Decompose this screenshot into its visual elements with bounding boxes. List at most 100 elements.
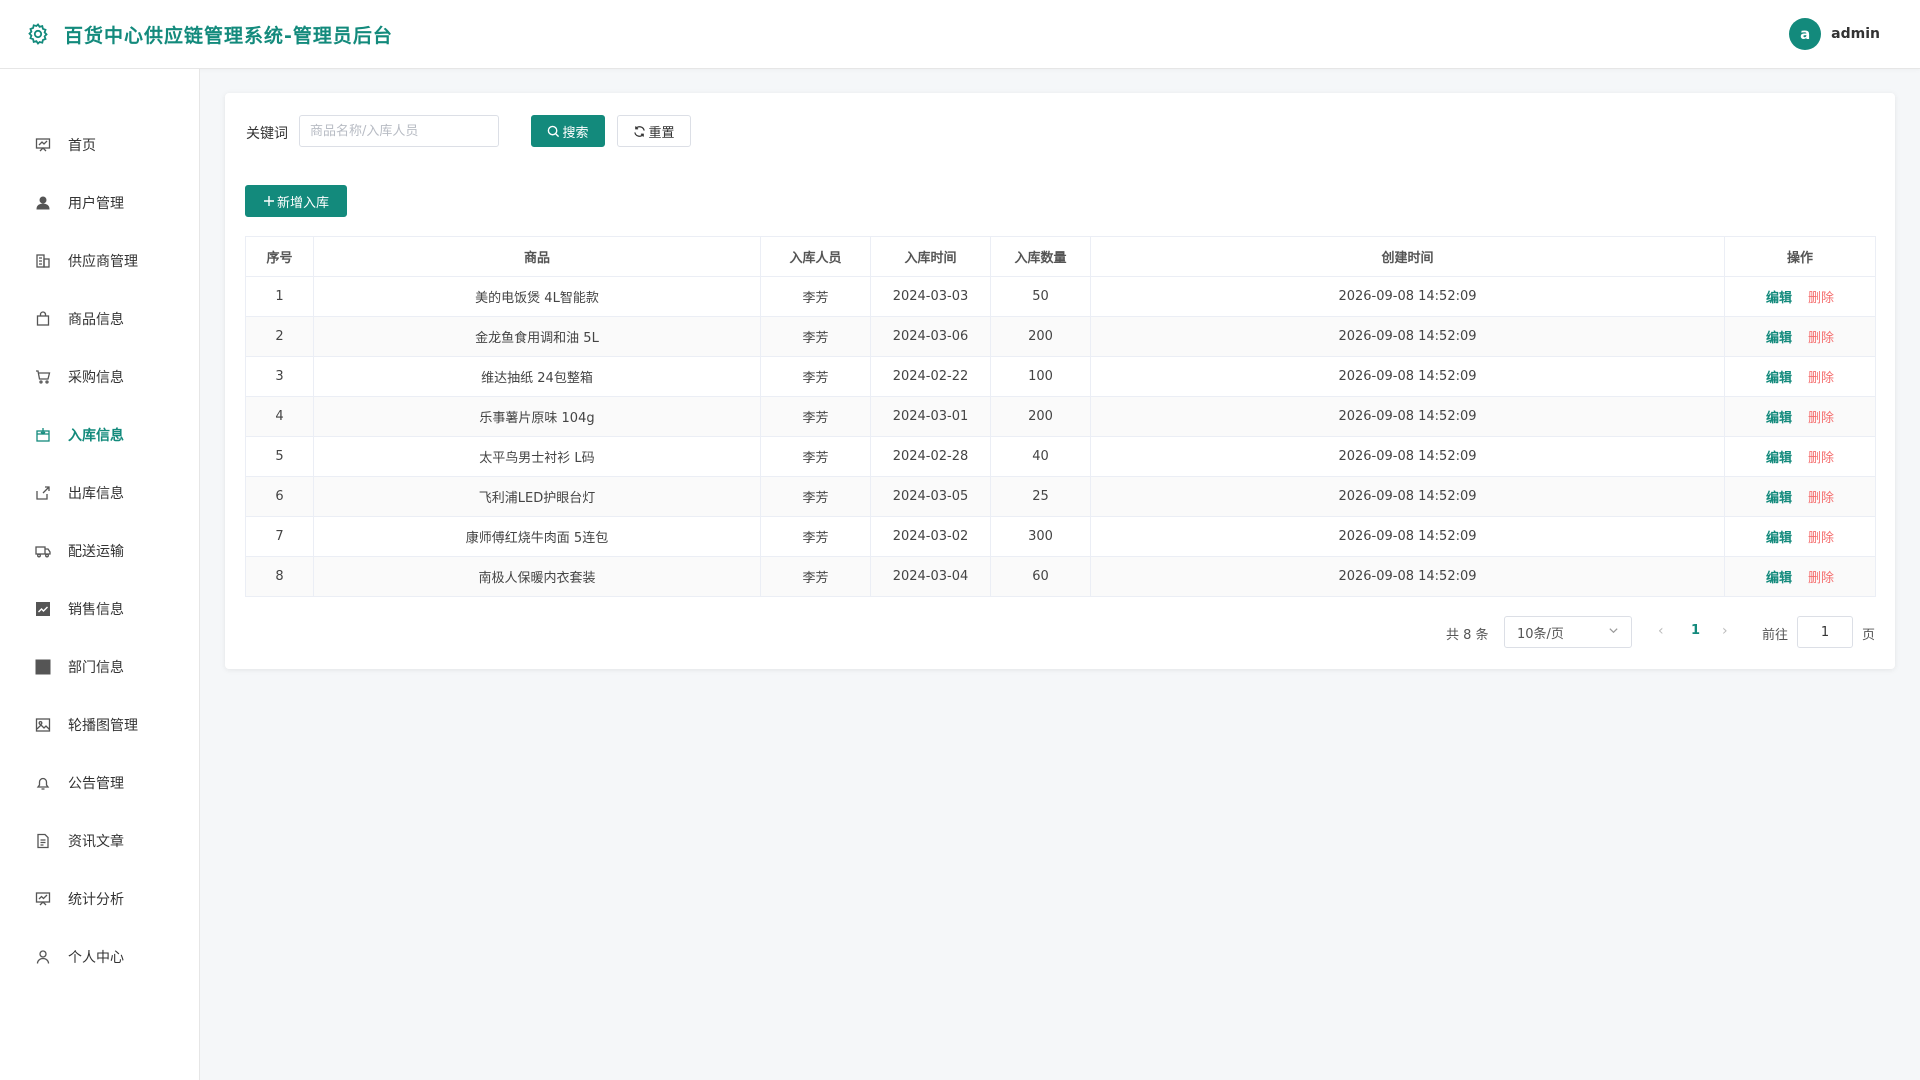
cell-actions: 编辑 删除: [1724, 516, 1876, 557]
edit-button[interactable]: 编辑: [1766, 411, 1792, 426]
user-icon: [34, 194, 52, 212]
cell-created-time: 2026-09-08 14:52:09: [1090, 276, 1725, 317]
sidebar-item-departments[interactable]: 部门信息: [0, 638, 199, 696]
page-size-value: 10条/页: [1517, 626, 1564, 642]
search-button[interactable]: 搜索: [531, 115, 605, 147]
sidebar-item-purchase[interactable]: 采购信息: [0, 348, 199, 406]
page-size-select[interactable]: 10条/页: [1504, 616, 1632, 648]
cell-inbound-date: 2024-02-22: [870, 356, 991, 397]
sidebar-item-label: 销售信息: [68, 602, 124, 618]
cell-product: 金龙鱼食用调和油 5L: [313, 316, 761, 357]
add-inbound-button[interactable]: 新增入库: [245, 185, 347, 217]
avatar[interactable]: a: [1789, 18, 1822, 50]
delete-button[interactable]: 删除: [1808, 491, 1834, 506]
cell-actions: 编辑 删除: [1724, 396, 1876, 437]
reset-button-label: 重置: [648, 125, 675, 141]
cell-index: 3: [245, 356, 314, 397]
sidebar-item-profile[interactable]: 个人中心: [0, 928, 199, 986]
search-button-label: 搜索: [562, 125, 589, 141]
edit-button[interactable]: 编辑: [1766, 291, 1792, 306]
column-header: 创建时间: [1090, 236, 1725, 277]
truck-icon: [34, 542, 52, 560]
cell-operator: 李芳: [760, 516, 871, 557]
edit-button[interactable]: 编辑: [1766, 571, 1792, 586]
delete-button[interactable]: 删除: [1808, 571, 1834, 586]
sidebar-item-label: 个人中心: [68, 950, 124, 966]
sidebar-item-label: 用户管理: [68, 196, 124, 212]
cell-created-time: 2026-09-08 14:52:09: [1090, 516, 1725, 557]
sidebar-item-home[interactable]: 首页: [0, 116, 199, 174]
delete-button[interactable]: 删除: [1808, 531, 1834, 546]
cell-inbound-date: 2024-03-04: [870, 556, 991, 597]
column-header: 操作: [1724, 236, 1876, 277]
delete-button[interactable]: 删除: [1808, 331, 1834, 346]
cell-quantity: 200: [990, 316, 1091, 357]
sidebar-item-users[interactable]: 用户管理: [0, 174, 199, 232]
goto-page-input[interactable]: [1797, 616, 1853, 648]
delete-button[interactable]: 删除: [1808, 451, 1834, 466]
sidebar-item-products[interactable]: 商品信息: [0, 290, 199, 348]
app-title: 百货中心供应链管理系统-管理员后台: [64, 24, 393, 47]
sidebar-item-statistics[interactable]: 统计分析: [0, 870, 199, 928]
sidebar-item-outbound[interactable]: 出库信息: [0, 464, 199, 522]
sidebar-item-inbound[interactable]: 入库信息: [0, 406, 199, 464]
edit-button[interactable]: 编辑: [1766, 371, 1792, 386]
edit-button[interactable]: 编辑: [1766, 491, 1792, 506]
page-number-current[interactable]: 1: [1691, 623, 1700, 638]
sidebar-item-delivery[interactable]: 配送运输: [0, 522, 199, 580]
cell-quantity: 300: [990, 516, 1091, 557]
trend-chart-icon: [34, 600, 52, 618]
inbound-card: 关键词 搜索 重置 新增入库 序号 商品 入库人员 入库时间 入库数量: [225, 93, 1895, 669]
grid-icon: [34, 658, 52, 676]
delete-button[interactable]: 删除: [1808, 371, 1834, 386]
edit-button[interactable]: 编辑: [1766, 451, 1792, 466]
cell-inbound-date: 2024-03-03: [870, 276, 991, 317]
pagination-total: 共 8 条: [1446, 628, 1489, 643]
cell-created-time: 2026-09-08 14:52:09: [1090, 436, 1725, 477]
cell-quantity: 25: [990, 476, 1091, 517]
username[interactable]: admin: [1831, 26, 1880, 42]
reset-button[interactable]: 重置: [617, 115, 691, 147]
refresh-icon: [633, 125, 646, 138]
edit-button[interactable]: 编辑: [1766, 331, 1792, 346]
sidebar-item-label: 公告管理: [68, 776, 124, 792]
add-inbound-label: 新增入库: [276, 195, 329, 211]
cell-actions: 编辑 删除: [1724, 476, 1876, 517]
cell-product: 南极人保暖内衣套装: [313, 556, 761, 597]
sidebar-item-label: 出库信息: [68, 486, 124, 502]
sidebar-item-carousel[interactable]: 轮播图管理: [0, 696, 199, 754]
delete-button[interactable]: 删除: [1808, 411, 1834, 426]
cell-inbound-date: 2024-03-01: [870, 396, 991, 437]
document-icon: [34, 832, 52, 850]
user-menu[interactable]: a admin: [1789, 18, 1880, 50]
search-input[interactable]: [299, 115, 499, 147]
cell-quantity: 40: [990, 436, 1091, 477]
edit-button[interactable]: 编辑: [1766, 531, 1792, 546]
cell-actions: 编辑 删除: [1724, 436, 1876, 477]
cell-actions: 编辑 删除: [1724, 276, 1876, 317]
box-out-icon: [34, 484, 52, 502]
inbound-table: 序号 商品 入库人员 入库时间 入库数量 创建时间 操作 1 美的电饭煲 4L智能…: [245, 236, 1876, 597]
top-header: 百货中心供应链管理系统-管理员后台 a admin: [0, 0, 1920, 69]
sidebar-item-suppliers[interactable]: 供应商管理: [0, 232, 199, 290]
cell-quantity: 100: [990, 356, 1091, 397]
table-row: 4 乐事薯片原味 104g 李芳 2024-03-01 200 2026-09-08 14…: [245, 396, 1876, 437]
table-row: 8 南极人保暖内衣套装 李芳 2024-03-04 60 2026-09-08 14:52…: [245, 556, 1876, 597]
next-page-icon[interactable]: ›: [1722, 623, 1728, 639]
cell-created-time: 2026-09-08 14:52:09: [1090, 396, 1725, 437]
goto-label: 前往: [1762, 628, 1789, 643]
cell-index: 2: [245, 316, 314, 357]
cell-created-time: 2026-09-08 14:52:09: [1090, 556, 1725, 597]
sidebar-item-label: 供应商管理: [68, 254, 138, 270]
sidebar-item-notices[interactable]: 公告管理: [0, 754, 199, 812]
column-header: 入库人员: [760, 236, 871, 277]
cell-quantity: 60: [990, 556, 1091, 597]
prev-page-icon[interactable]: ‹: [1658, 623, 1664, 639]
sidebar-item-sales[interactable]: 销售信息: [0, 580, 199, 638]
cell-index: 4: [245, 396, 314, 437]
delete-button[interactable]: 删除: [1808, 291, 1834, 306]
cell-operator: 李芳: [760, 276, 871, 317]
chevron-down-icon: [1608, 625, 1619, 640]
table-row: 3 维达抽纸 24包整箱 李芳 2024-02-22 100 2026-09-08 14:…: [245, 356, 1876, 397]
sidebar-item-articles[interactable]: 资讯文章: [0, 812, 199, 870]
